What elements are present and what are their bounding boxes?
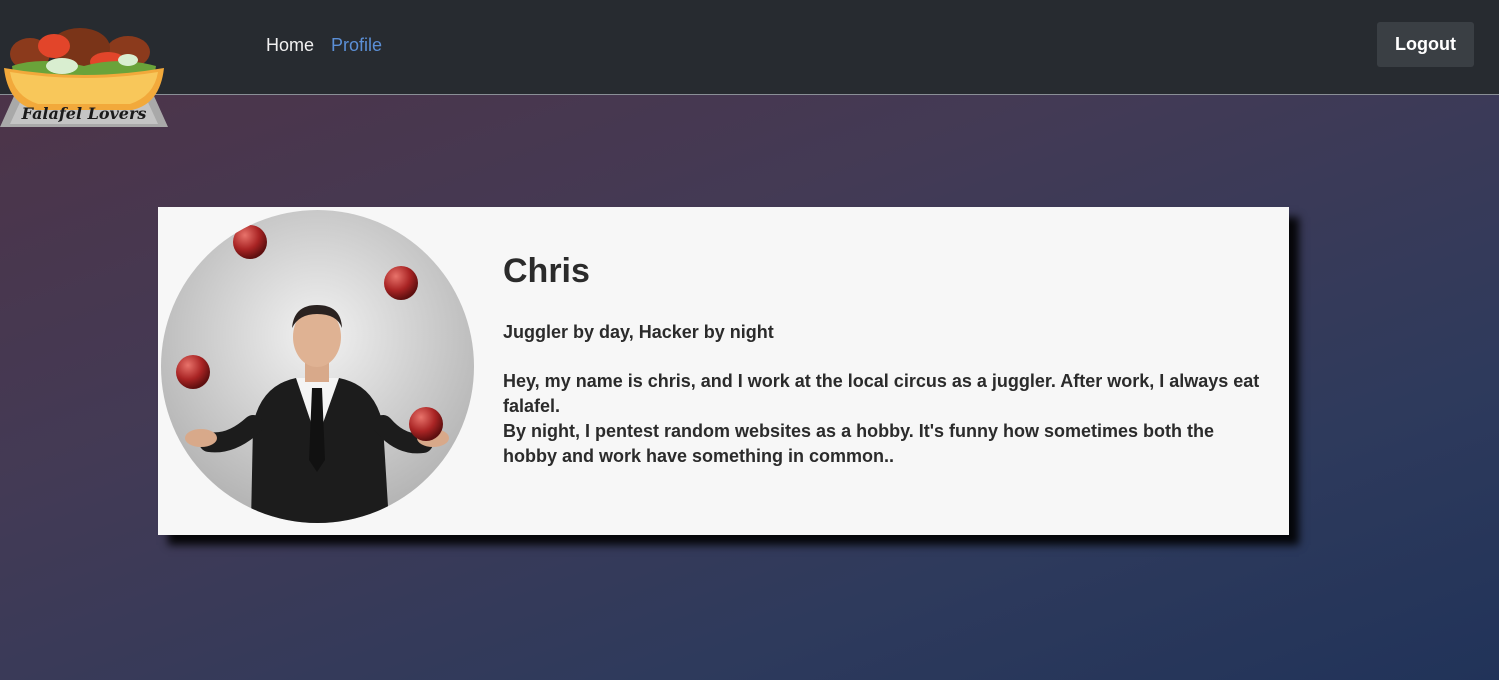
nav-home-link[interactable]: Home <box>266 34 314 56</box>
logo-text: Falafel Lovers <box>21 104 147 123</box>
profile-bio: Hey, my name is chris, and I work at the… <box>503 369 1263 469</box>
nav-profile-link[interactable]: Profile <box>331 34 382 56</box>
navbar: Home Profile Logout <box>0 0 1499 95</box>
bio-line: Hey, my name is chris, and I work at the… <box>503 371 1260 416</box>
profile-name: Chris <box>503 252 590 290</box>
bio-line: By night, I pentest random websites as a… <box>503 421 1215 466</box>
profile-avatar <box>161 210 474 523</box>
logout-button[interactable]: Logout <box>1377 22 1474 67</box>
falafel-bowl-logo-icon: Falafel Lovers <box>0 28 168 127</box>
profile-tagline: Juggler by day, Hacker by night <box>503 322 774 342</box>
falafel-lovers-logo[interactable]: Falafel Lovers <box>0 26 168 128</box>
profile-card: Chris Juggler by day, Hacker by night He… <box>158 207 1289 535</box>
